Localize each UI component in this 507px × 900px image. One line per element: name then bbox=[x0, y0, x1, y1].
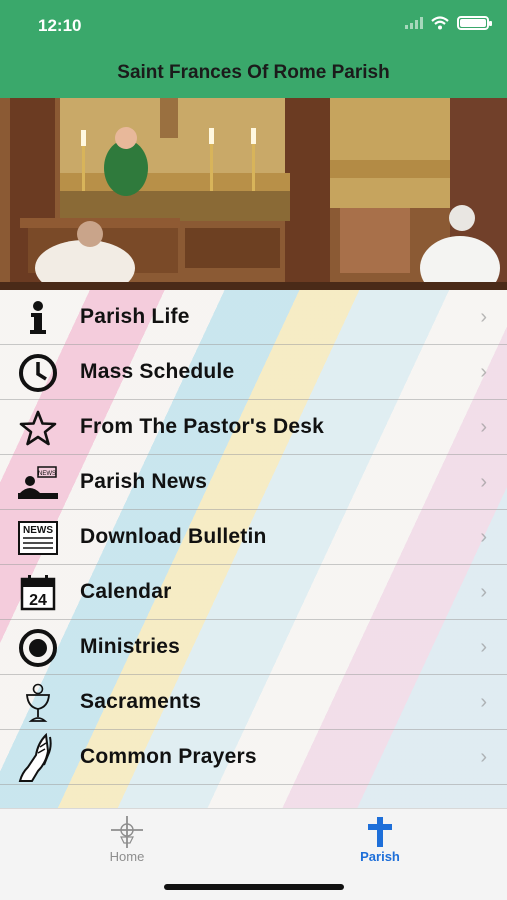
menu-item-label: Parish Life bbox=[80, 305, 190, 328]
tab-parish[interactable]: Parish bbox=[330, 815, 430, 864]
menu-item-ministries[interactable]: Ministries › bbox=[0, 620, 507, 675]
newspaper-icon: NEWS bbox=[16, 518, 60, 558]
menu-item-label: Parish News bbox=[80, 470, 208, 493]
menu-item-label: Common Prayers bbox=[80, 745, 257, 768]
news-icon: NEWS bbox=[16, 463, 60, 503]
chalice-icon bbox=[16, 683, 60, 723]
menu-item-pastors-desk[interactable]: From The Pastor's Desk › bbox=[0, 400, 507, 455]
svg-text:NEWS: NEWS bbox=[38, 471, 56, 477]
chevron-right-icon: › bbox=[480, 305, 487, 328]
menu-item-partial[interactable] bbox=[0, 785, 507, 808]
menu-item-label: Download Bulletin bbox=[80, 525, 267, 548]
menu-item-common-prayers[interactable]: Common Prayers › bbox=[0, 730, 507, 785]
battery-icon bbox=[457, 16, 492, 30]
status-icons bbox=[405, 16, 492, 30]
info-icon bbox=[16, 298, 60, 338]
chevron-right-icon: › bbox=[480, 635, 487, 658]
target-icon bbox=[16, 628, 60, 668]
menu-item-sacraments[interactable]: Sacraments › bbox=[0, 675, 507, 730]
chevron-right-icon: › bbox=[480, 415, 487, 438]
church-altar-photo bbox=[0, 98, 507, 290]
menu-item-calendar[interactable]: 24 Calendar › bbox=[0, 565, 507, 620]
praying-hands-icon bbox=[16, 733, 60, 782]
chevron-right-icon: › bbox=[480, 470, 487, 493]
menu-item-parish-news[interactable]: NEWS Parish News › bbox=[0, 455, 507, 510]
tab-home[interactable]: Home bbox=[77, 815, 177, 864]
calendar-icon: 24 bbox=[16, 573, 60, 613]
tab-home-label: Home bbox=[109, 849, 145, 864]
menu-item-label: Mass Schedule bbox=[80, 360, 235, 383]
page-title: Saint Frances Of Rome Parish bbox=[117, 62, 390, 83]
menu-item-label: Ministries bbox=[80, 635, 181, 658]
signal-icon bbox=[405, 17, 423, 29]
parish-menu: Parish Life › Mass Schedule › From The P… bbox=[0, 290, 507, 808]
svg-text:24: 24 bbox=[29, 592, 47, 609]
home-indicator bbox=[164, 884, 344, 890]
chevron-right-icon: › bbox=[480, 745, 487, 768]
star-icon bbox=[16, 408, 60, 448]
clock-icon bbox=[16, 353, 60, 393]
menu-item-download-bulletin[interactable]: NEWS Download Bulletin › bbox=[0, 510, 507, 565]
chevron-right-icon: › bbox=[480, 360, 487, 383]
tab-parish-label: Parish bbox=[360, 849, 400, 864]
svg-text:NEWS: NEWS bbox=[23, 525, 53, 536]
app-header: 12:10 Saint Frances Of Rome Parish bbox=[0, 0, 507, 98]
menu-item-parish-life[interactable]: Parish Life › bbox=[0, 290, 507, 345]
menu-item-mass-schedule[interactable]: Mass Schedule › bbox=[0, 345, 507, 400]
status-time: 12:10 bbox=[38, 16, 82, 35]
cross-icon bbox=[368, 817, 392, 847]
menu-item-label: From The Pastor's Desk bbox=[80, 415, 324, 438]
chevron-right-icon: › bbox=[480, 690, 487, 713]
wifi-icon bbox=[431, 16, 449, 30]
cross-emblem-icon bbox=[111, 816, 143, 848]
menu-item-label: Sacraments bbox=[80, 690, 202, 713]
chevron-right-icon: › bbox=[480, 580, 487, 603]
menu-item-label: Calendar bbox=[80, 580, 172, 603]
chevron-right-icon: › bbox=[480, 525, 487, 548]
